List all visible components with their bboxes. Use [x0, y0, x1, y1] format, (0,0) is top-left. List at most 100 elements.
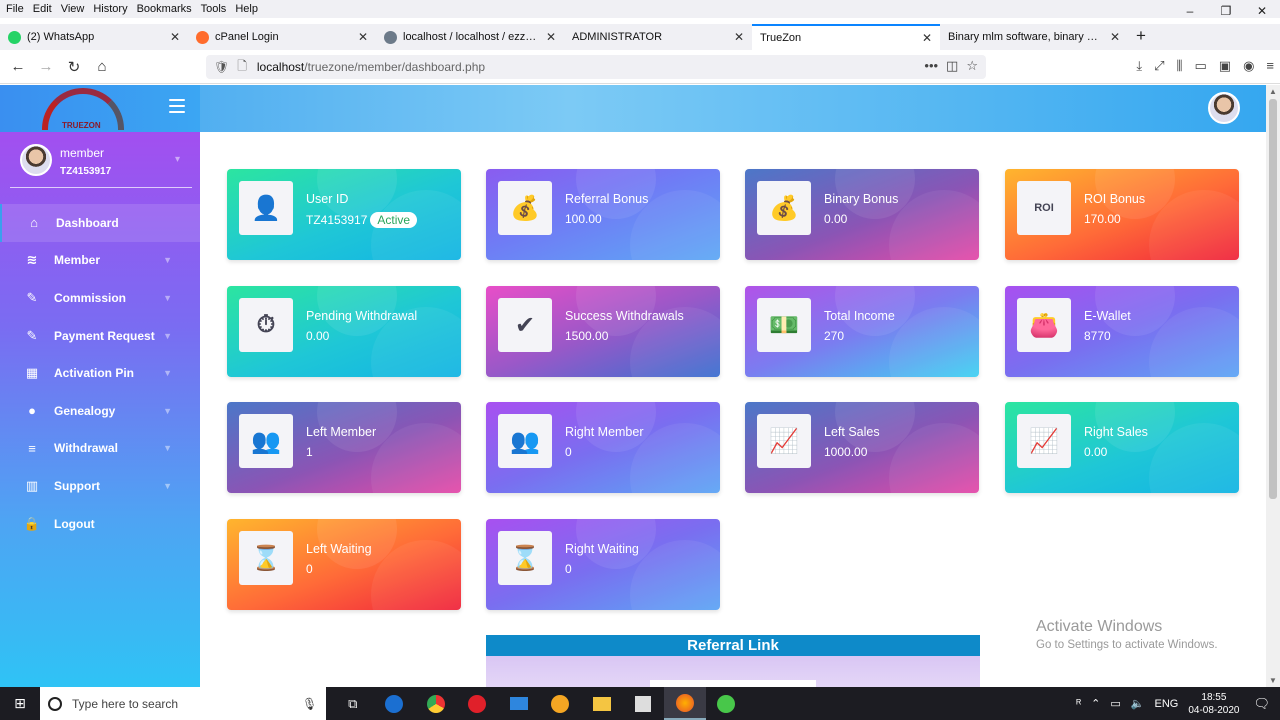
stat-card-success-withdrawals[interactable]: ✔ Success Withdrawals 1500.00 [486, 286, 720, 377]
tab-strip: (2) WhatsApp ✕ cPanel Login ✕ localhost / lo… [0, 24, 1280, 50]
opera-icon[interactable] [457, 687, 499, 720]
downloads-icon[interactable]: ⤓ [1136, 58, 1142, 74]
close-tab-icon[interactable]: ✕ [1110, 30, 1120, 44]
sidebar-toggle-icon[interactable]: ▭ [1194, 58, 1206, 74]
referral-link-panel [486, 656, 980, 687]
sidebar-item-genealogy[interactable]: ● Genealogy ▼ [0, 392, 200, 430]
stat-card-right-member[interactable]: 👥 Right Member 0 [486, 402, 720, 493]
clock[interactable]: 18:55 04-08-2020 [1188, 691, 1239, 717]
sidebar-item-label: Genealogy [54, 403, 116, 418]
menu-bookmarks[interactable]: Bookmarks [137, 3, 192, 15]
stat-card-right-waiting[interactable]: ⌛ Right Waiting 0 [486, 519, 720, 610]
browser-alt-icon[interactable] [540, 687, 582, 720]
close-tab-icon[interactable]: ✕ [546, 30, 556, 44]
card-value-text: 0 [306, 562, 313, 576]
bookmark-star-icon[interactable]: ☆ [966, 58, 978, 74]
sidebar-item-member[interactable]: ≋ Member ▼ [0, 242, 200, 280]
library-icon[interactable]: ⫼ [1176, 58, 1182, 74]
volume-icon[interactable]: 🔈 [1131, 697, 1145, 710]
edge-icon[interactable] [374, 687, 416, 720]
menu-history[interactable]: History [93, 3, 127, 15]
menu-file[interactable]: File [6, 3, 24, 15]
whatsapp-icon[interactable] [706, 687, 748, 720]
tab-favicon-icon [384, 30, 397, 44]
stat-card-binary-bonus[interactable]: 💰 Binary Bonus 0.00 [745, 169, 979, 260]
sidebar-item-logout[interactable]: 🔒 Logout [0, 505, 200, 543]
sidebar-item-label: Withdrawal [54, 441, 118, 456]
stat-card-left-sales[interactable]: 📈 Left Sales 1000.00 [745, 402, 979, 493]
microphone-icon[interactable]: 🎙 [302, 697, 318, 711]
home-icon: ⌂ [30, 215, 38, 231]
windows-start-icon[interactable]: ⊞ [0, 695, 40, 712]
browser-tab[interactable]: Binary mlm software, binary mlm so ✕ [940, 24, 1128, 50]
browser-tab[interactable]: cPanel Login ✕ [188, 24, 376, 50]
minimize-icon[interactable]: – [1172, 0, 1208, 24]
notification-icon[interactable]: 🗨 [1253, 696, 1270, 712]
sidebar-item-activation-pin[interactable]: ▦ Activation Pin ▼ [0, 354, 200, 392]
close-window-icon[interactable]: ✕ [1244, 0, 1280, 24]
forward-icon[interactable]: → [32, 58, 60, 75]
hamburger-menu-icon[interactable] [169, 99, 185, 117]
sidebar-item-payment-request[interactable]: ✎ Payment Request ▼ [0, 317, 200, 355]
stat-card-left-waiting[interactable]: ⌛ Left Waiting 0 [227, 519, 461, 610]
pocket-icon[interactable]: ◫ [946, 58, 958, 74]
file-explorer-icon[interactable] [581, 687, 623, 720]
browser-tab[interactable]: ADMINISTRATOR ✕ [564, 24, 752, 50]
referral-link-input[interactable] [650, 680, 816, 687]
stat-card-user-id[interactable]: 👤 User ID TZ4153917 Active [227, 169, 461, 260]
menu-help[interactable]: Help [235, 3, 258, 15]
firefox-icon[interactable] [664, 687, 706, 720]
menu-edit[interactable]: Edit [33, 3, 52, 15]
menu-icon[interactable]: ≡ [1266, 58, 1274, 74]
page-actions-icon[interactable]: ••• [924, 58, 938, 74]
stat-card-referral-bonus[interactable]: 💰 Referral Bonus 100.00 [486, 169, 720, 260]
card-title: User ID [306, 192, 349, 206]
stat-card-roi-bonus[interactable]: ROI ROI Bonus 170.00 [1005, 169, 1239, 260]
network-icon[interactable]: ▭ [1110, 697, 1120, 710]
header-avatar[interactable] [1208, 92, 1240, 124]
browser-tab[interactable]: (2) WhatsApp ✕ [0, 24, 188, 50]
sidebar-item-label: Support [54, 478, 100, 493]
store-icon[interactable] [623, 687, 665, 720]
url-bar[interactable]: 🛡 🗋 localhost/truezone/member/dashboard.… [206, 55, 986, 79]
fullscreen-icon[interactable]: ⤢ [1154, 58, 1164, 74]
stat-card-total-income[interactable]: 💵 Total Income 270 [745, 286, 979, 377]
browser-tab[interactable]: TrueZon ✕ [752, 24, 940, 50]
card-value-text: 0 [565, 445, 572, 459]
people-icon[interactable]: ᴿ [1076, 698, 1081, 710]
sidebar-item-dashboard[interactable]: ⌂ Dashboard [0, 204, 200, 242]
stat-card-e-wallet[interactable]: 👛 E-Wallet 8770 [1005, 286, 1239, 377]
scroll-up-icon[interactable]: ▲ [1266, 87, 1280, 96]
stat-card-left-member[interactable]: 👥 Left Member 1 [227, 402, 461, 493]
home-icon[interactable]: ⌂ [88, 58, 116, 75]
close-tab-icon[interactable]: ✕ [358, 30, 368, 44]
scroll-down-icon[interactable]: ▼ [1266, 676, 1280, 685]
close-tab-icon[interactable]: ✕ [170, 30, 180, 44]
shield-icon[interactable]: 🛡 [214, 60, 229, 74]
extension-icon[interactable]: ▣ [1219, 58, 1231, 74]
taskbar-search[interactable]: Type here to search 🎙 [40, 687, 326, 720]
mail-icon[interactable] [498, 687, 540, 720]
close-tab-icon[interactable]: ✕ [734, 30, 744, 44]
user-panel[interactable]: member TZ4153917 ▾ [10, 142, 192, 188]
new-tab-icon[interactable]: + [1128, 24, 1154, 50]
page-scrollbar[interactable]: ▲ ▼ [1266, 85, 1280, 687]
sidebar-item-withdrawal[interactable]: ≡ Withdrawal ▼ [0, 430, 200, 468]
tray-chevron-icon[interactable]: ⌃ [1091, 697, 1100, 710]
stat-card-pending-withdrawal[interactable]: ⏱ Pending Withdrawal 0.00 [227, 286, 461, 377]
menu-view[interactable]: View [61, 3, 85, 15]
menu-tools[interactable]: Tools [201, 3, 227, 15]
close-tab-icon[interactable]: ✕ [922, 31, 932, 45]
sidebar-item-support[interactable]: ▥ Support ▼ [0, 467, 200, 505]
task-view-icon[interactable]: ⧉ [332, 687, 374, 720]
back-icon[interactable]: ← [4, 58, 32, 75]
stat-card-right-sales[interactable]: 📈 Right Sales 0.00 [1005, 402, 1239, 493]
chrome-icon[interactable] [415, 687, 457, 720]
browser-tab[interactable]: localhost / localhost / ezzyeam ✕ [376, 24, 564, 50]
sidebar-item-commission[interactable]: ✎ Commission ▼ [0, 279, 200, 317]
account-icon[interactable]: ◉ [1243, 58, 1254, 74]
scroll-thumb[interactable] [1269, 99, 1277, 499]
reload-icon[interactable]: ↻ [60, 58, 88, 76]
restore-icon[interactable]: ❐ [1208, 0, 1244, 24]
language-indicator[interactable]: ENG [1154, 698, 1178, 710]
